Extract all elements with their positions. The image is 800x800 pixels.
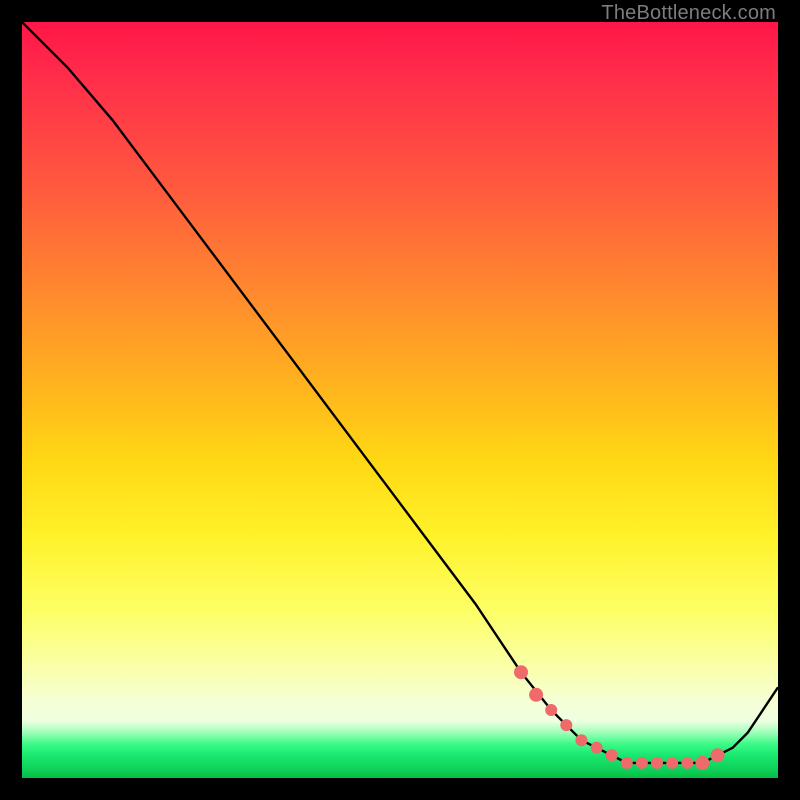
bottleneck-curve xyxy=(22,22,778,763)
curve-marker xyxy=(606,749,618,761)
curve-marker xyxy=(545,704,557,716)
plot-area xyxy=(22,22,778,778)
chart-frame: TheBottleneck.com xyxy=(0,0,800,800)
marker-group xyxy=(514,665,725,770)
curve-marker xyxy=(651,757,663,769)
curve-marker xyxy=(591,742,603,754)
curve-marker xyxy=(695,756,709,770)
curve-marker xyxy=(666,757,678,769)
curve-marker xyxy=(681,757,693,769)
curve-marker xyxy=(514,665,528,679)
attribution-text: TheBottleneck.com xyxy=(601,2,776,25)
curve-marker xyxy=(529,688,543,702)
curve-marker xyxy=(560,719,572,731)
curve-marker xyxy=(575,734,587,746)
curve-marker xyxy=(621,757,633,769)
curve-marker xyxy=(636,757,648,769)
bottleneck-curve-svg xyxy=(22,22,778,778)
curve-marker xyxy=(711,748,725,762)
